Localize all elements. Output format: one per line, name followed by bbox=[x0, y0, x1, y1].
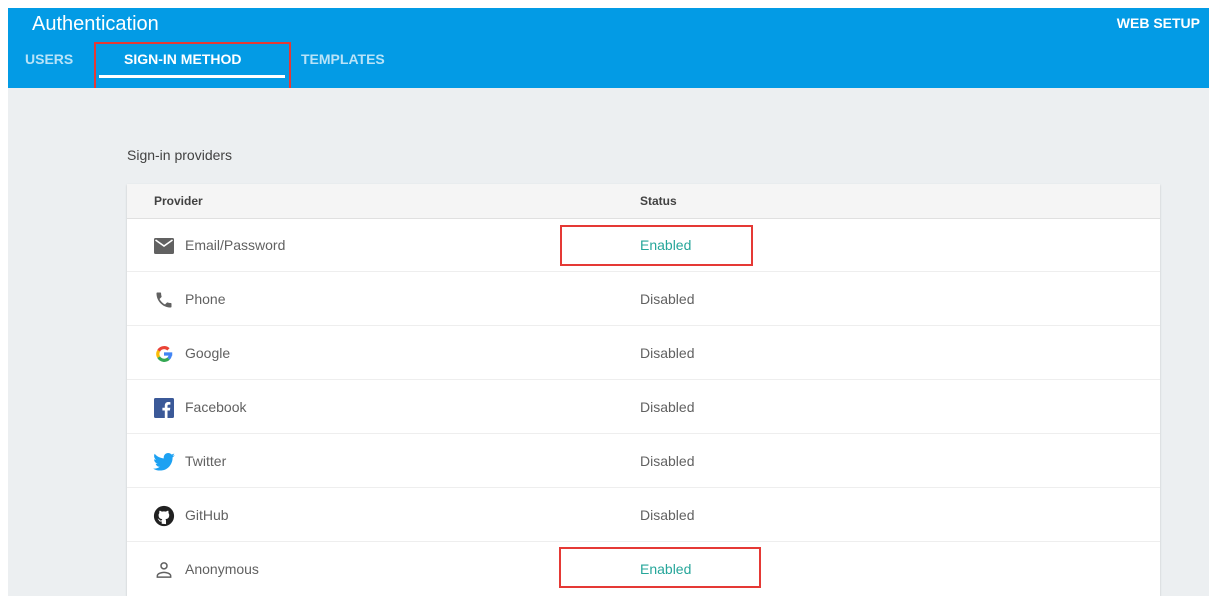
table-row-github[interactable]: GitHub Disabled bbox=[127, 488, 1160, 542]
provider-name: Facebook bbox=[185, 399, 247, 415]
web-setup-button[interactable]: WEB SETUP bbox=[1117, 14, 1200, 32]
table-row-twitter[interactable]: Twitter Disabled bbox=[127, 434, 1160, 488]
provider-name: Twitter bbox=[185, 453, 227, 469]
google-icon bbox=[153, 343, 175, 365]
email-icon bbox=[153, 235, 175, 257]
provider-name: Google bbox=[185, 345, 231, 361]
phone-icon bbox=[153, 289, 175, 311]
table-header: Provider Status bbox=[127, 184, 1160, 219]
column-header-status: Status bbox=[640, 194, 677, 208]
provider-name: Phone bbox=[185, 291, 226, 307]
table-row-google[interactable]: Google Disabled bbox=[127, 326, 1160, 380]
section-title: Sign-in providers bbox=[127, 147, 233, 163]
tab-users[interactable]: USERS bbox=[25, 50, 73, 68]
anonymous-icon bbox=[153, 559, 175, 581]
provider-name: Email/Password bbox=[185, 237, 286, 253]
provider-status: Disabled bbox=[640, 399, 695, 415]
facebook-icon bbox=[153, 397, 175, 419]
highlight-box-tab bbox=[94, 42, 291, 93]
page-title: Authentication bbox=[32, 13, 159, 35]
provider-name: GitHub bbox=[185, 507, 229, 523]
provider-name: Anonymous bbox=[185, 561, 259, 577]
table-row-facebook[interactable]: Facebook Disabled bbox=[127, 380, 1160, 434]
provider-status: Disabled bbox=[640, 291, 695, 307]
provider-status: Disabled bbox=[640, 453, 695, 469]
provider-status: Disabled bbox=[640, 345, 695, 361]
github-icon bbox=[153, 505, 175, 527]
tab-templates[interactable]: TEMPLATES bbox=[301, 50, 385, 68]
highlight-box-email-status bbox=[560, 225, 753, 266]
table-row-phone[interactable]: Phone Disabled bbox=[127, 272, 1160, 326]
provider-status: Disabled bbox=[640, 507, 695, 523]
twitter-icon bbox=[153, 451, 175, 473]
column-header-provider: Provider bbox=[154, 194, 203, 208]
highlight-box-anonymous-status bbox=[559, 547, 761, 588]
